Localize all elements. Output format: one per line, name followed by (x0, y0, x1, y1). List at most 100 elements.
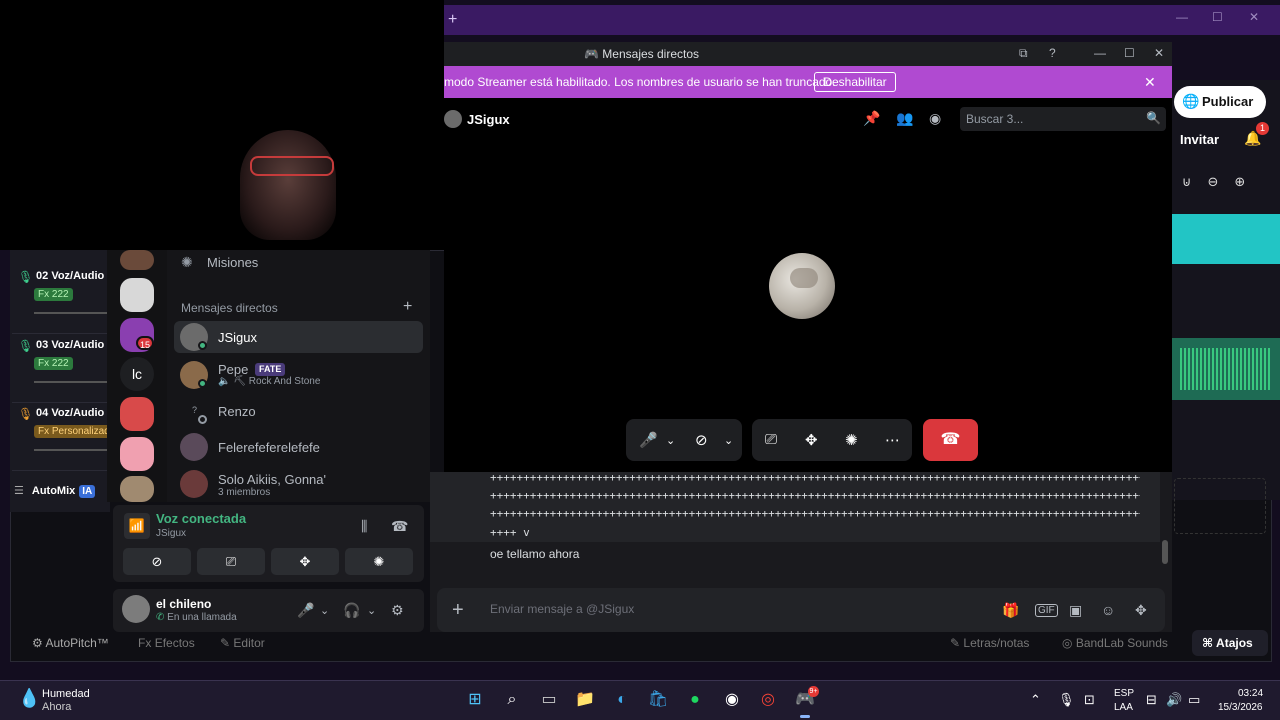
profile-icon[interactable]: ◉ (929, 110, 941, 127)
microphone-icon[interactable]: 🎤 (639, 431, 658, 449)
effects-button[interactable]: Fx Efectos (138, 636, 195, 650)
dm-name[interactable]: Felerefeferelefefe (218, 440, 320, 455)
droplet-icon[interactable]: 💧 (18, 688, 40, 709)
minimize-icon[interactable]: — (1094, 46, 1106, 60)
camera-off-icon[interactable]: ⊘ (695, 431, 708, 449)
gear-icon[interactable]: ⚙ (391, 602, 404, 619)
clock-time[interactable]: 03:24 (1238, 688, 1263, 699)
microphone-icon[interactable]: 🎙 (1058, 692, 1075, 708)
activities-icon[interactable]: ✥ (805, 431, 818, 449)
volume-slider[interactable] (34, 312, 110, 314)
store-icon[interactable]: 🛍 (646, 689, 670, 711)
clock-date[interactable]: 15/3/2026 (1218, 702, 1263, 713)
task-view-icon[interactable]: ▭ (537, 689, 561, 711)
volume-slider[interactable] (34, 449, 110, 451)
chevron-down-icon[interactable]: ⌄ (724, 434, 733, 447)
edge-icon[interactable]: ◐ (610, 689, 634, 711)
pin-icon[interactable]: 📌 (863, 110, 880, 127)
dm-name[interactable]: Solo Aikiis, Gonna' (218, 472, 326, 487)
dm-name[interactable]: Renzo (218, 404, 256, 419)
gift-icon[interactable]: 🎁 (1002, 602, 1019, 619)
shortcuts-button[interactable]: ⌘ Atajos (1192, 630, 1268, 656)
zoom-controls[interactable]: ⊍⊖⊕ (1182, 174, 1261, 190)
user-name[interactable]: el chileno (156, 597, 211, 611)
search-input[interactable]: Buscar 3... (960, 107, 1166, 131)
battery-icon[interactable]: ▭ (1188, 692, 1200, 708)
disable-streamer-button[interactable]: Deshabilitar (814, 72, 896, 92)
sticker-icon[interactable]: ▣ (1069, 602, 1082, 619)
close-banner-icon[interactable]: ✕ (1144, 74, 1156, 91)
disconnect-icon[interactable]: ☎ (391, 518, 408, 535)
new-tab-icon[interactable]: + (448, 11, 457, 29)
chrome-icon[interactable]: ◎ (756, 689, 780, 711)
network-icon[interactable]: ⊟ (1146, 692, 1157, 708)
sounds-button[interactable]: ◎ BandLab Sounds (1062, 636, 1168, 650)
camera-button[interactable]: ⊘ (123, 548, 191, 575)
activities-button[interactable]: ✥ (271, 548, 339, 575)
server-icon[interactable] (120, 278, 154, 312)
steam-icon[interactable]: ◉ (720, 689, 744, 711)
end-call-button[interactable]: ☎ (923, 419, 978, 461)
search-icon[interactable]: ⌕ (500, 689, 524, 711)
dm-item-selected[interactable] (174, 321, 423, 353)
track-fx[interactable]: Fx Personalizad (34, 425, 114, 438)
spotify-icon[interactable]: ● (683, 689, 707, 711)
add-friend-icon[interactable]: 👥 (896, 110, 913, 127)
soundboard-button[interactable]: ✺ (345, 548, 413, 575)
quests-link[interactable]: Misiones (207, 255, 258, 270)
chevron-down-icon[interactable]: ⌄ (666, 434, 675, 447)
screen-share-button[interactable]: ⎚ (197, 548, 265, 575)
automix-button[interactable]: ☰ AutoMix IA (14, 484, 96, 498)
invite-button[interactable]: Invitar (1180, 132, 1219, 147)
track-03[interactable]: 🎙 03 Voz/Audio Fx 222 (12, 335, 110, 403)
noise-suppression-icon[interactable]: ⫼ (361, 518, 367, 535)
lyrics-button[interactable]: ✎ Letras/notas (950, 636, 1029, 650)
server-icon[interactable] (120, 250, 154, 270)
soundboard-icon[interactable]: ✺ (845, 431, 858, 449)
server-icon[interactable] (120, 437, 154, 471)
chevron-up-icon[interactable]: ⌃ (1030, 692, 1041, 708)
minimize-icon[interactable]: — (1176, 10, 1188, 24)
server-icon[interactable]: lc (120, 357, 154, 391)
volume-slider[interactable] (34, 381, 110, 383)
microphone-icon[interactable]: 🎤 (297, 602, 314, 619)
start-icon[interactable]: ⊞ (463, 689, 487, 711)
language-code[interactable]: ESP (1114, 688, 1134, 699)
chevron-down-icon[interactable]: ⌄ (320, 604, 329, 617)
emoji-icon[interactable]: ☺ (1101, 602, 1115, 618)
avatar[interactable] (122, 595, 150, 623)
close-icon[interactable]: ✕ (1154, 46, 1164, 60)
server-icon[interactable] (120, 476, 154, 502)
call-recipient-name[interactable]: JSigux (467, 112, 510, 127)
meet-now-icon[interactable]: ⊡ (1084, 692, 1095, 708)
message-input[interactable]: Enviar mensaje a @JSigux (490, 602, 634, 616)
editor-button[interactable]: ✎ Editor (220, 636, 265, 650)
server-icon[interactable] (120, 397, 154, 431)
chevron-down-icon[interactable]: ⌄ (367, 604, 376, 617)
track-04[interactable]: 🎙 04 Voz/Audio Fx Personalizad (12, 403, 114, 471)
headphones-icon[interactable]: 🎧 (343, 602, 360, 619)
apps-icon[interactable]: ✥ (1135, 602, 1147, 619)
voice-status[interactable]: Voz conectada (156, 511, 246, 526)
empty-clip-slot[interactable] (1174, 478, 1266, 534)
voice-channel[interactable]: JSigux (156, 528, 186, 539)
weather-label[interactable]: Humedad (42, 688, 90, 700)
screen-share-icon[interactable]: ⎚ (765, 431, 777, 448)
maximize-icon[interactable]: ☐ (1124, 46, 1135, 60)
track-fx[interactable]: Fx 222 (34, 288, 73, 301)
track-fx[interactable]: Fx 222 (34, 357, 73, 370)
dm-name[interactable]: JSigux (218, 330, 257, 345)
scrollbar[interactable] (1162, 540, 1168, 564)
screen-share-icon[interactable]: ⧉ (1019, 46, 1028, 61)
close-icon[interactable]: ✕ (1249, 10, 1259, 24)
more-icon[interactable]: ⋯ (885, 431, 900, 449)
create-dm-icon[interactable]: + (403, 298, 412, 316)
file-explorer-icon[interactable]: 📁 (573, 689, 597, 711)
maximize-icon[interactable]: ☐ (1212, 10, 1223, 24)
gif-icon[interactable]: GIF (1035, 604, 1058, 617)
audio-clip[interactable] (1172, 338, 1280, 400)
add-attachment-icon[interactable]: + (452, 599, 464, 622)
volume-icon[interactable]: 🔊 (1166, 692, 1182, 708)
dm-name[interactable]: Pepe (218, 362, 248, 377)
audio-clip[interactable] (1172, 214, 1280, 264)
